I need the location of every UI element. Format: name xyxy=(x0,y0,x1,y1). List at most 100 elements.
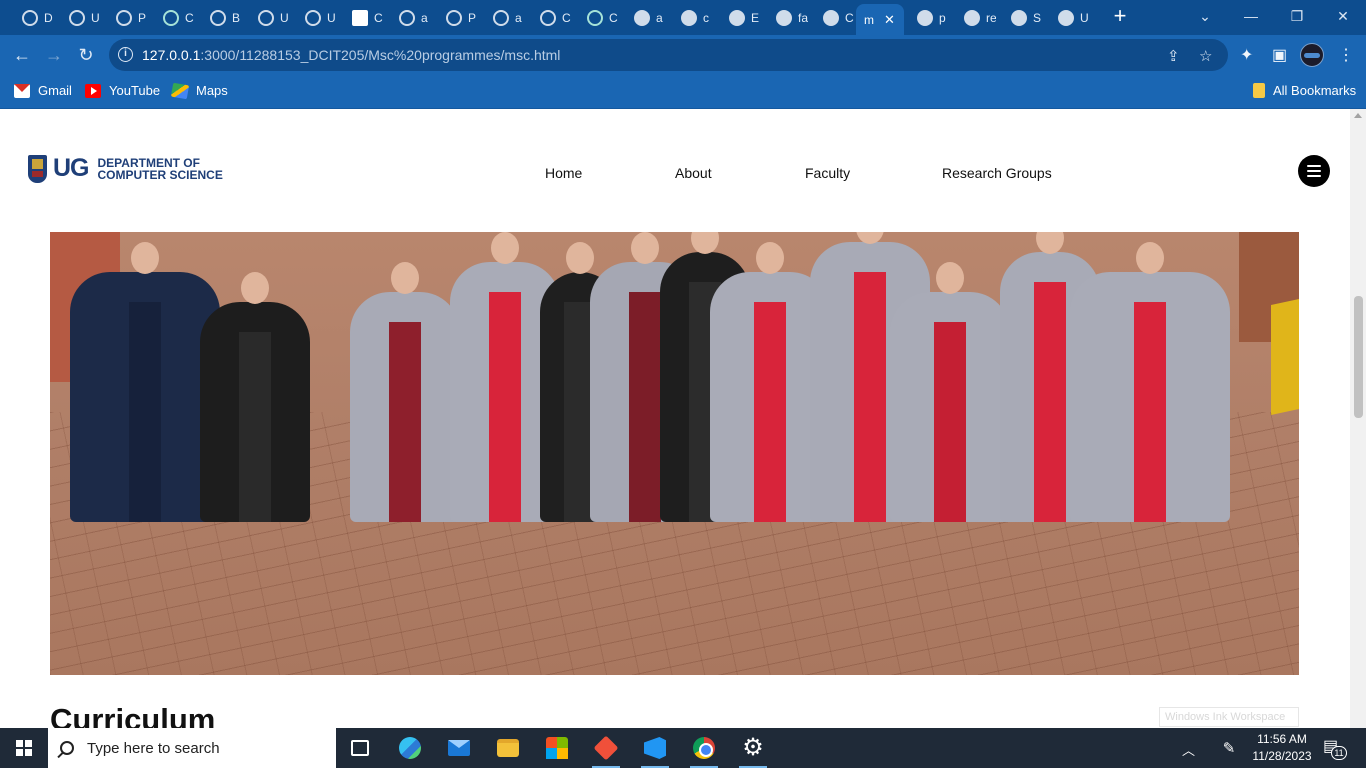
close-tab-icon[interactable]: ✕ xyxy=(884,12,895,28)
tab-title: U xyxy=(327,10,336,25)
settings-app[interactable]: ⚙ xyxy=(729,728,777,768)
scroll-thumb[interactable] xyxy=(1354,296,1363,418)
bookmark-youtube[interactable]: YouTube xyxy=(85,83,160,98)
close-window-button[interactable]: ✕ xyxy=(1320,0,1366,32)
bookmark-star-icon[interactable]: ☆ xyxy=(1199,47,1212,65)
extensions-icon[interactable]: ✦ xyxy=(1240,45,1253,65)
nav-home[interactable]: Home xyxy=(545,165,582,181)
all-bookmarks-button[interactable]: All Bookmarks xyxy=(1253,83,1356,98)
browser-tab[interactable]: E xyxy=(715,4,761,31)
edge-app[interactable] xyxy=(386,728,434,768)
forward-button[interactable]: → xyxy=(40,41,68,69)
share-icon[interactable]: ⇪ xyxy=(1167,47,1180,65)
page-scrollbar[interactable] xyxy=(1350,109,1366,728)
mail-app[interactable] xyxy=(435,728,483,768)
globe-icon xyxy=(1058,9,1074,26)
browser-tab[interactable]: B xyxy=(196,4,242,31)
new-tab-button[interactable]: + xyxy=(1108,5,1132,29)
bookmark-maps[interactable]: Maps xyxy=(170,82,228,99)
browser-tab[interactable]: fa xyxy=(762,4,808,31)
logo-ug-text: UG xyxy=(53,154,89,182)
nav-about[interactable]: About xyxy=(675,165,712,181)
browser-tab[interactable]: a xyxy=(620,4,666,31)
git-app[interactable] xyxy=(582,728,630,768)
browser-tab[interactable]: re xyxy=(950,4,996,31)
taskbar-search[interactable]: Type here to search xyxy=(48,728,336,768)
task-view-button[interactable] xyxy=(336,728,384,768)
site-info-icon[interactable]: i xyxy=(118,47,133,62)
nav-research-groups[interactable]: Research Groups xyxy=(942,165,1052,181)
git-icon xyxy=(593,735,619,761)
gmail-icon xyxy=(14,83,30,98)
tab-title: a xyxy=(656,10,663,25)
hero-graduation-image xyxy=(50,232,1299,675)
task-view-icon xyxy=(351,740,369,756)
browser-tab[interactable]: C xyxy=(149,4,195,31)
tab-title: P xyxy=(468,10,477,25)
browser-tab[interactable]: c xyxy=(667,4,713,31)
system-clock[interactable]: 11:56 AM 11/28/2023 xyxy=(1250,731,1314,765)
back-button[interactable]: ← xyxy=(8,41,36,69)
search-placeholder: Type here to search xyxy=(87,739,220,757)
hamburger-menu-button[interactable] xyxy=(1298,155,1330,187)
url-path: :3000/11288153_DCIT205/Msc%20programmes/… xyxy=(200,47,561,63)
browser-tab[interactable]: p xyxy=(903,4,949,31)
browser-tab[interactable]: S xyxy=(997,4,1043,31)
gown-panel xyxy=(934,322,966,522)
browser-tab[interactable]: U xyxy=(291,4,337,31)
reload-button[interactable]: ↻ xyxy=(72,41,100,69)
menu-line-icon xyxy=(1307,175,1321,177)
vscode-icon xyxy=(644,737,666,759)
graduate-figure xyxy=(890,262,1010,522)
browser-tab[interactable]: a xyxy=(479,4,525,31)
graduate-head xyxy=(566,242,594,274)
curriculum-heading: Curriculum xyxy=(50,702,216,728)
pen-workspace-icon[interactable]: ✎ xyxy=(1216,728,1242,768)
gown-panel xyxy=(489,292,521,522)
more-menu-icon[interactable]: ⋮ xyxy=(1338,45,1354,65)
browser-tab[interactable]: U xyxy=(1044,4,1090,31)
browser-tab[interactable]: D xyxy=(8,4,54,31)
chrome-app[interactable] xyxy=(680,728,728,768)
side-panel-icon[interactable]: ▣ xyxy=(1272,45,1287,65)
site-logo[interactable]: UG DEPARTMENT OF COMPUTER SCIENCE xyxy=(28,154,228,183)
browser-tab[interactable]: C xyxy=(573,4,619,31)
bookmark-gmail[interactable]: Gmail xyxy=(14,83,72,98)
minimize-button[interactable]: — xyxy=(1228,0,1274,32)
url-host: 127.0.0.1 xyxy=(142,47,201,63)
tab-title: C xyxy=(185,10,194,25)
browser-tab[interactable]: C xyxy=(809,4,855,31)
maps-icon xyxy=(170,82,190,99)
vscode-app[interactable] xyxy=(631,728,679,768)
address-bar[interactable]: i 127.0.0.1:3000/11288153_DCIT205/Msc%20… xyxy=(109,39,1228,71)
nav-faculty[interactable]: Faculty xyxy=(805,165,850,181)
tab-title: U xyxy=(1080,10,1089,25)
dashboard-icon xyxy=(22,9,38,26)
logo-line-1: DEPARTMENT OF xyxy=(97,155,200,170)
file-explorer-app[interactable] xyxy=(484,728,532,768)
browser-tab[interactable]: U xyxy=(55,4,101,31)
browser-tab[interactable]: P xyxy=(432,4,478,31)
tab-title: c xyxy=(703,10,709,25)
graduate-head xyxy=(391,262,419,294)
browser-tab[interactable]: m ✕ xyxy=(856,4,904,35)
microsoft-store-app[interactable] xyxy=(533,728,581,768)
browser-tab[interactable]: P xyxy=(102,4,148,31)
graduate-head xyxy=(1136,242,1164,274)
browser-tab[interactable]: a xyxy=(385,4,431,31)
tab-search-button[interactable]: ⌄ xyxy=(1182,0,1228,32)
browser-tab[interactable]: C xyxy=(526,4,572,31)
scroll-up-arrow-icon[interactable] xyxy=(1354,113,1362,118)
arrow-right-icon: → xyxy=(45,44,63,65)
reload-icon: ↻ xyxy=(78,44,94,65)
browser-tab[interactable]: C xyxy=(338,4,384,31)
show-hidden-icons-button[interactable]: ︿ xyxy=(1182,740,1195,759)
graduate-head xyxy=(241,272,269,304)
tab-title: C xyxy=(609,10,618,25)
restore-button[interactable]: ❐ xyxy=(1274,0,1320,32)
url-text[interactable]: 127.0.0.1:3000/11288153_DCIT205/Msc%20pr… xyxy=(142,47,560,63)
browser-tab[interactable]: U xyxy=(244,4,290,31)
profile-avatar[interactable] xyxy=(1300,43,1324,67)
bookmark-label: YouTube xyxy=(109,83,161,98)
start-button[interactable] xyxy=(0,728,48,768)
